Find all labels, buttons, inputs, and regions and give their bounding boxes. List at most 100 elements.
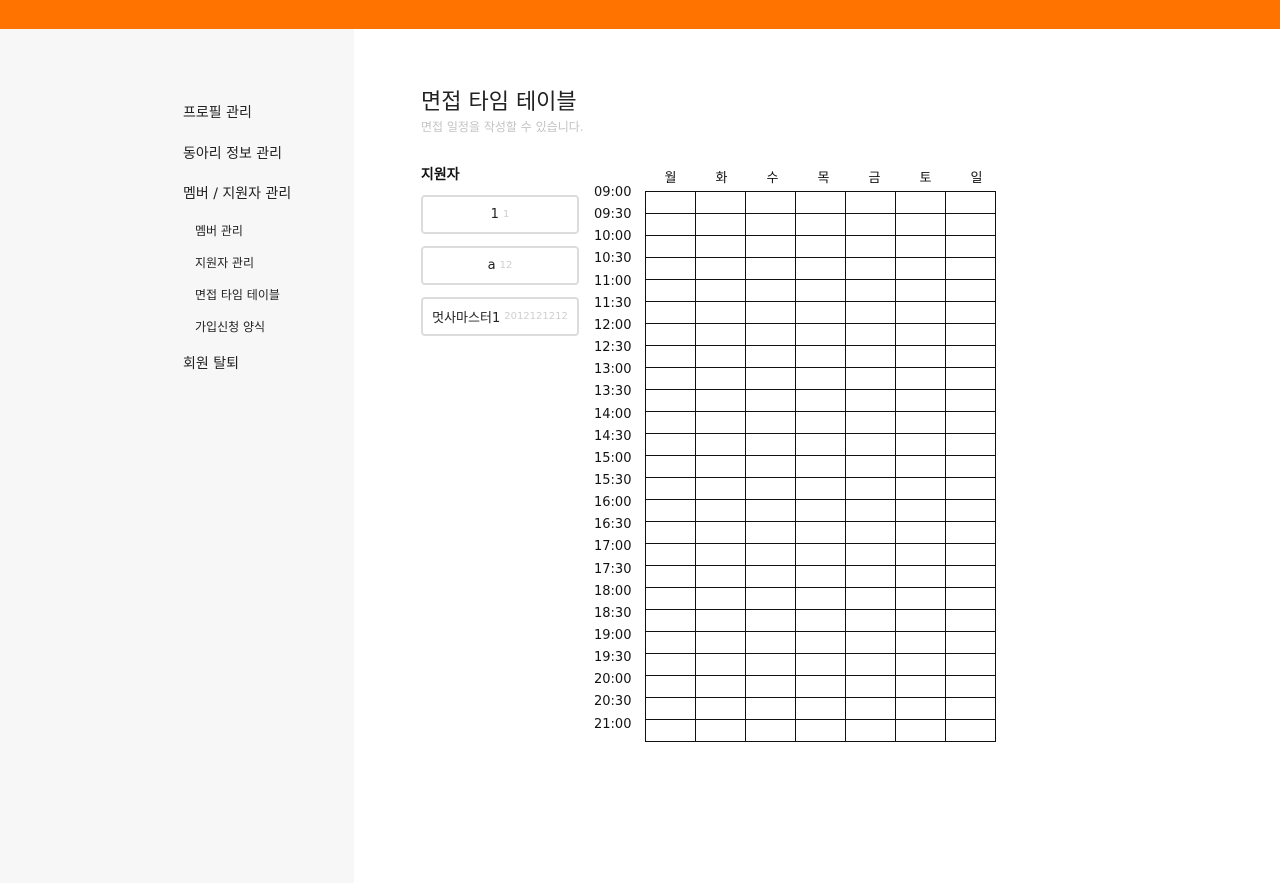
timetable-cell[interactable] bbox=[795, 719, 846, 742]
timetable-cell[interactable] bbox=[795, 433, 846, 456]
timetable-cell[interactable] bbox=[695, 521, 746, 544]
timetable-cell[interactable] bbox=[895, 609, 946, 632]
timetable-cell[interactable] bbox=[945, 521, 996, 544]
timetable-cell[interactable] bbox=[645, 719, 696, 742]
timetable-cell[interactable] bbox=[745, 499, 796, 522]
timetable-cell[interactable] bbox=[895, 521, 946, 544]
timetable-cell[interactable] bbox=[945, 631, 996, 654]
timetable-cell[interactable] bbox=[945, 213, 996, 236]
timetable-cell[interactable] bbox=[945, 697, 996, 720]
timetable-cell[interactable] bbox=[945, 279, 996, 302]
timetable-cell[interactable] bbox=[895, 191, 946, 214]
timetable-cell[interactable] bbox=[795, 543, 846, 566]
timetable-cell[interactable] bbox=[795, 345, 846, 368]
timetable-cell[interactable] bbox=[745, 719, 796, 742]
timetable-cell[interactable] bbox=[695, 235, 746, 258]
timetable-cell[interactable] bbox=[845, 367, 896, 390]
timetable-cell[interactable] bbox=[895, 235, 946, 258]
timetable-cell[interactable] bbox=[845, 257, 896, 280]
timetable-cell[interactable] bbox=[795, 411, 846, 434]
timetable-cell[interactable] bbox=[845, 213, 896, 236]
timetable-cell[interactable] bbox=[845, 587, 896, 610]
applicant-card[interactable]: 1 1 bbox=[421, 195, 579, 234]
timetable-cell[interactable] bbox=[645, 235, 696, 258]
timetable-cell[interactable] bbox=[645, 675, 696, 698]
timetable-cell[interactable] bbox=[945, 411, 996, 434]
timetable-cell[interactable] bbox=[895, 345, 946, 368]
timetable-cell[interactable] bbox=[945, 345, 996, 368]
timetable-cell[interactable] bbox=[845, 499, 896, 522]
timetable-cell[interactable] bbox=[695, 191, 746, 214]
timetable-cell[interactable] bbox=[895, 653, 946, 676]
timetable-cell[interactable] bbox=[945, 257, 996, 280]
timetable-cell[interactable] bbox=[645, 697, 696, 720]
applicant-card[interactable]: a 12 bbox=[421, 246, 579, 285]
timetable-cell[interactable] bbox=[795, 455, 846, 478]
timetable-cell[interactable] bbox=[945, 587, 996, 610]
timetable-cell[interactable] bbox=[845, 279, 896, 302]
timetable-cell[interactable] bbox=[645, 411, 696, 434]
timetable-cell[interactable] bbox=[895, 323, 946, 346]
timetable-cell[interactable] bbox=[795, 477, 846, 500]
timetable-cell[interactable] bbox=[745, 257, 796, 280]
timetable-cell[interactable] bbox=[845, 191, 896, 214]
timetable-cell[interactable] bbox=[895, 389, 946, 412]
timetable-cell[interactable] bbox=[695, 257, 746, 280]
timetable-cell[interactable] bbox=[895, 675, 946, 698]
timetable-cell[interactable] bbox=[645, 279, 696, 302]
timetable-cell[interactable] bbox=[695, 279, 746, 302]
timetable-cell[interactable] bbox=[945, 455, 996, 478]
timetable-cell[interactable] bbox=[695, 719, 746, 742]
timetable-cell[interactable] bbox=[945, 565, 996, 588]
timetable-cell[interactable] bbox=[845, 719, 896, 742]
timetable-cell[interactable] bbox=[695, 499, 746, 522]
sidebar-item-profile[interactable]: 프로필 관리 bbox=[183, 102, 252, 122]
timetable-cell[interactable] bbox=[745, 301, 796, 324]
timetable-cell[interactable] bbox=[895, 565, 946, 588]
timetable-cell[interactable] bbox=[695, 389, 746, 412]
timetable-cell[interactable] bbox=[795, 323, 846, 346]
timetable-cell[interactable] bbox=[695, 587, 746, 610]
timetable-cell[interactable] bbox=[895, 499, 946, 522]
timetable-cell[interactable] bbox=[945, 499, 996, 522]
timetable-cell[interactable] bbox=[795, 565, 846, 588]
timetable-cell[interactable] bbox=[895, 587, 946, 610]
timetable-cell[interactable] bbox=[695, 455, 746, 478]
timetable-cell[interactable] bbox=[945, 719, 996, 742]
timetable-cell[interactable] bbox=[845, 543, 896, 566]
timetable-cell[interactable] bbox=[695, 565, 746, 588]
timetable-cell[interactable] bbox=[645, 653, 696, 676]
timetable-cell[interactable] bbox=[645, 433, 696, 456]
timetable-cell[interactable] bbox=[645, 587, 696, 610]
timetable-cell[interactable] bbox=[945, 675, 996, 698]
timetable-cell[interactable] bbox=[745, 565, 796, 588]
timetable-cell[interactable] bbox=[645, 367, 696, 390]
timetable-cell[interactable] bbox=[745, 609, 796, 632]
timetable-cell[interactable] bbox=[945, 609, 996, 632]
timetable-cell[interactable] bbox=[645, 609, 696, 632]
timetable-cell[interactable] bbox=[645, 565, 696, 588]
timetable-cell[interactable] bbox=[845, 565, 896, 588]
timetable-cell[interactable] bbox=[745, 411, 796, 434]
timetable-cell[interactable] bbox=[695, 631, 746, 654]
timetable-cell[interactable] bbox=[795, 609, 846, 632]
sidebar-subitem-applicants[interactable]: 지원자 관리 bbox=[195, 254, 254, 271]
timetable-cell[interactable] bbox=[745, 455, 796, 478]
timetable-cell[interactable] bbox=[645, 257, 696, 280]
timetable-cell[interactable] bbox=[695, 697, 746, 720]
timetable-cell[interactable] bbox=[695, 609, 746, 632]
timetable-cell[interactable] bbox=[895, 433, 946, 456]
timetable-cell[interactable] bbox=[695, 301, 746, 324]
timetable-cell[interactable] bbox=[945, 389, 996, 412]
timetable-cell[interactable] bbox=[945, 477, 996, 500]
timetable-cell[interactable] bbox=[895, 411, 946, 434]
timetable-cell[interactable] bbox=[745, 587, 796, 610]
timetable-cell[interactable] bbox=[895, 257, 946, 280]
timetable-cell[interactable] bbox=[795, 213, 846, 236]
timetable-cell[interactable] bbox=[645, 389, 696, 412]
timetable-cell[interactable] bbox=[845, 389, 896, 412]
timetable-cell[interactable] bbox=[945, 191, 996, 214]
timetable-cell[interactable] bbox=[895, 719, 946, 742]
timetable-cell[interactable] bbox=[845, 235, 896, 258]
timetable-cell[interactable] bbox=[845, 631, 896, 654]
